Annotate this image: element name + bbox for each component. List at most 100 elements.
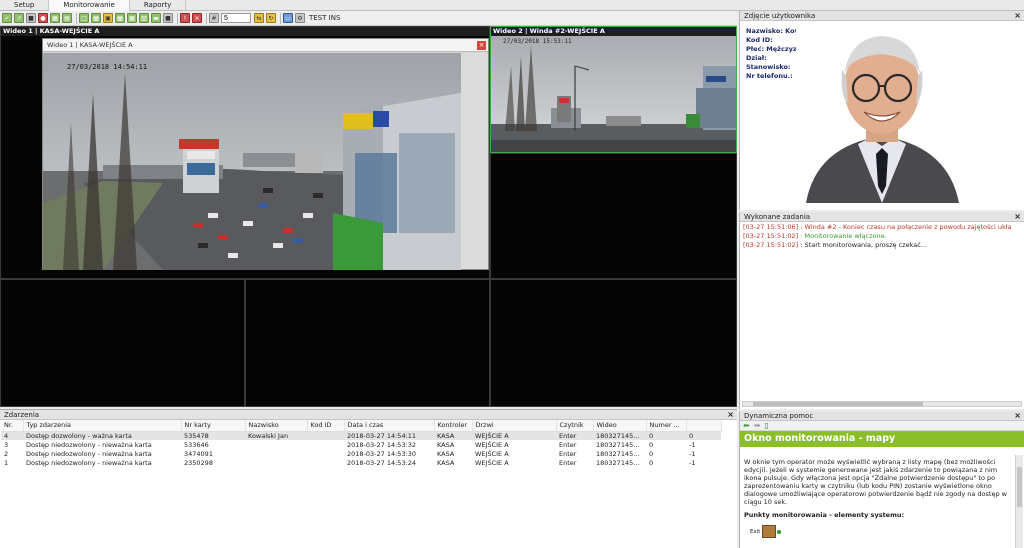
column-header[interactable]: Nr. — [1, 420, 24, 432]
back-arrow-icon[interactable]: ⬅ — [743, 421, 750, 430]
test-icon[interactable]: ⚙ — [295, 13, 305, 23]
layout-2x2-icon[interactable]: ▦ — [91, 13, 101, 23]
table-cell: 180327145... — [596, 449, 640, 458]
table-cell: Dostęp niedozwolony - nieważna karta — [26, 449, 152, 458]
video-cell-3[interactable] — [490, 153, 737, 279]
table-row[interactable]: 1 Dostęp niedozwolony - nieważna karta 2… — [1, 458, 721, 467]
column-header[interactable]: Wideo — [593, 420, 647, 432]
log-time: [03-27 15:51:06] — [743, 223, 799, 231]
table-cell: 533646 — [184, 440, 209, 449]
column-header[interactable]: Drzwi — [472, 420, 557, 432]
table-cell: 2 — [4, 449, 9, 458]
main-tabs: Setup Monitorowanie Raporty — [0, 0, 1024, 11]
close-icon[interactable]: × — [727, 410, 734, 420]
table-cell: Enter — [559, 440, 577, 449]
check-icon[interactable]: ✓ — [2, 13, 12, 23]
column-header[interactable]: Numer ... — [646, 420, 687, 432]
table-cell: 3474091 — [184, 449, 213, 458]
table-cell: 0 — [649, 440, 654, 449]
table-cell — [307, 458, 344, 467]
horizontal-scrollbar[interactable] — [742, 401, 1022, 407]
sync-icon[interactable]: ⇆ — [254, 13, 264, 23]
table-cell: WEJŚCIE A — [472, 431, 556, 440]
forward-arrow-icon[interactable]: ➡ — [754, 421, 761, 430]
log-time: [03-27 15:51:02] — [743, 232, 799, 240]
help-subheading: Punkty monitorowania - elementy systemu: — [744, 511, 905, 519]
layout-split-icon[interactable]: ▤ — [62, 13, 72, 23]
test-ins-label[interactable]: TEST INS — [309, 14, 340, 22]
print-icon[interactable]: ▭ — [283, 13, 293, 23]
video-cell-4[interactable] — [0, 279, 245, 407]
events-table: Nr. Typ zdarzenia Nr karty Nazwisko Kod … — [1, 420, 722, 467]
user-photo-image — [796, 26, 969, 203]
user-portrait — [796, 26, 969, 203]
video-popup-window[interactable]: Wideo 1 | KASA-WEJŚCIE A × 27/03/2018 14… — [42, 38, 489, 270]
vertical-scrollbar[interactable] — [1015, 455, 1023, 548]
refresh-icon[interactable]: ↻ — [266, 13, 276, 23]
counter-input[interactable] — [221, 13, 251, 23]
tasks-panel: Wykonane zadania × [03-27 15:51:06] : Wi… — [739, 212, 1024, 409]
table-cell: Enter — [556, 431, 593, 440]
column-header[interactable]: Nr karty — [181, 420, 246, 432]
table-row[interactable]: 3 Dostęp niedozwolony - nieważna karta 5… — [1, 440, 721, 449]
layout-1x1-icon[interactable]: □ — [79, 13, 89, 23]
table-cell — [307, 431, 344, 440]
table-row[interactable]: 4 Dostęp dozwolony - ważna karta 535478 … — [1, 431, 721, 440]
document-icon[interactable]: ▯ — [764, 421, 768, 430]
layout-highlight-icon[interactable]: ▣ — [103, 13, 113, 23]
table-cell: Enter — [559, 449, 577, 458]
column-header[interactable] — [686, 420, 722, 432]
close-icon[interactable]: × — [1014, 11, 1021, 21]
help-heading: Okno monitorowania - mapy — [740, 431, 1024, 447]
video-popup-feed: 27/03/2018 14:54:11 — [43, 53, 461, 270]
scrollbar-thumb[interactable] — [1017, 467, 1022, 507]
camera-icon[interactable]: ■ — [26, 13, 36, 23]
tab-monitorowanie[interactable]: Monitorowanie — [49, 0, 130, 11]
close-icon[interactable]: × — [1014, 212, 1021, 222]
table-cell: WEJŚCIE A — [475, 458, 509, 467]
alarm-off-icon[interactable]: × — [192, 13, 202, 23]
alarm-icon[interactable]: ! — [180, 13, 190, 23]
table-cell: 0 — [649, 449, 654, 458]
exit-label: Exit — [750, 528, 761, 535]
layout-4x4-icon[interactable]: ▦ — [127, 13, 137, 23]
log-line: [03-27 15:51:02] : Monitorowanie włączon… — [743, 232, 1021, 241]
scrollbar-thumb[interactable] — [753, 402, 923, 406]
table-cell — [307, 440, 344, 449]
record-icon[interactable]: ● — [38, 13, 48, 23]
layout-grid-icon[interactable]: ▦ — [50, 13, 60, 23]
table-cell: 3 — [4, 440, 9, 449]
user-photo-title: Zdjęcie użytkownika — [744, 12, 816, 20]
video-cell-2[interactable]: Wideo 2 | Winda #2-WEJŚCIE A 27/03/2018 … — [490, 26, 737, 153]
layout-wide-icon[interactable]: ▬ — [151, 13, 161, 23]
column-header[interactable]: Nazwisko — [245, 420, 308, 432]
table-cell: -1 — [689, 449, 696, 458]
table-cell: KASA — [437, 440, 455, 449]
layout-custom-icon[interactable]: ▥ — [139, 13, 149, 23]
log-time: [03-27 15:51:02] — [743, 241, 799, 249]
table-cell: KASA — [437, 449, 455, 458]
fullscreen-icon[interactable]: ■ — [163, 13, 173, 23]
table-row[interactable]: 2 Dostęp niedozwolony - nieważna karta 3… — [1, 449, 721, 458]
table-cell: 0 — [649, 458, 654, 467]
table-cell: WEJŚCIE A — [475, 440, 509, 449]
door-icon — [762, 525, 777, 538]
video-popup-titlebar[interactable]: Wideo 1 | KASA-WEJŚCIE A × — [43, 39, 488, 52]
tab-raporty[interactable]: Raporty — [130, 0, 187, 11]
status-lamp-icon — [777, 529, 782, 534]
video-cell-6[interactable] — [490, 279, 737, 407]
task-log: [03-27 15:51:06] : Winda #2 - Koniec cza… — [740, 222, 1024, 251]
close-icon[interactable]: × — [1014, 411, 1021, 421]
tab-setup[interactable]: Setup — [0, 0, 50, 11]
column-header[interactable]: Kod ID — [307, 420, 345, 432]
column-header[interactable]: Kontroler — [434, 420, 473, 432]
column-header[interactable]: Typ zdarzenia — [23, 420, 182, 432]
table-cell: 2018-03-27 14:53:24 — [347, 458, 417, 467]
close-icon[interactable]: × — [477, 41, 486, 50]
column-header[interactable]: Czytnik — [556, 420, 594, 432]
layout-3x3-icon[interactable]: ▦ — [115, 13, 125, 23]
column-header[interactable]: Data i czas — [344, 420, 435, 432]
graph-icon[interactable]: ↗ — [14, 13, 24, 23]
table-cell — [245, 458, 307, 467]
video-cell-5[interactable] — [245, 279, 490, 407]
